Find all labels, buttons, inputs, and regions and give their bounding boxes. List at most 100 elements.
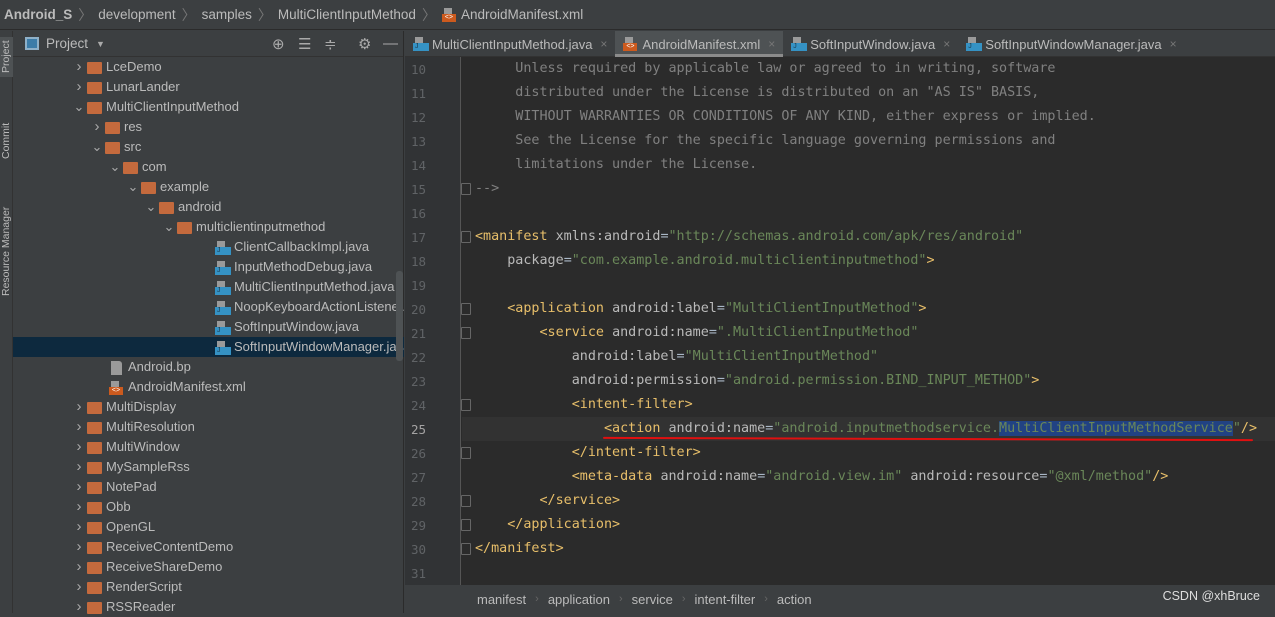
tree-item-label: SoftInputWindowManager.java xyxy=(234,339,404,354)
chevron-right-icon[interactable]: › xyxy=(71,457,87,477)
project-title[interactable]: Project xyxy=(46,36,88,51)
minimize-icon[interactable]: — xyxy=(383,35,398,52)
code-token: android:resource xyxy=(902,469,1040,484)
chevron-right-icon[interactable]: › xyxy=(71,597,87,617)
breadcrumb-item[interactable]: action xyxy=(777,592,812,607)
tab-label: MultiClientInputMethod.java xyxy=(432,36,593,52)
fold-marker-icon[interactable] xyxy=(461,543,471,555)
tree-item[interactable]: Android.bp xyxy=(13,357,404,377)
editor-tab[interactable]: SoftInputWindowManager.java × xyxy=(958,31,1184,57)
tree-item[interactable]: › ReceiveShareDemo xyxy=(13,557,404,577)
code-line: limitations under the License. xyxy=(475,153,757,177)
chevron-down-icon[interactable]: ▼ xyxy=(96,39,105,49)
chevron-right-icon[interactable]: › xyxy=(71,497,87,517)
chevron-right-icon[interactable]: › xyxy=(71,477,87,497)
tree-item[interactable]: ⌄ multiclientinputmethod xyxy=(13,217,404,237)
tree-item[interactable]: › NotePad xyxy=(13,477,404,497)
close-icon[interactable]: × xyxy=(768,37,775,51)
fold-marker-icon[interactable] xyxy=(461,183,471,195)
tree-item[interactable]: ⌄ android xyxy=(13,197,404,217)
collapse-all-icon[interactable]: ≑ xyxy=(324,35,337,53)
tree-item[interactable]: › MultiResolution xyxy=(13,417,404,437)
tree-item[interactable]: › MySampleRss xyxy=(13,457,404,477)
chevron-down-icon[interactable]: ⌄ xyxy=(71,97,87,117)
chevron-down-icon[interactable]: ⌄ xyxy=(161,217,177,237)
tree-item[interactable]: › MultiDisplay xyxy=(13,397,404,417)
chevron-down-icon[interactable]: ⌄ xyxy=(143,197,159,217)
chevron-right-icon[interactable]: › xyxy=(71,517,87,537)
tree-item[interactable]: InputMethodDebug.java xyxy=(13,257,404,277)
side-tab-resource-manager[interactable]: Resource Manager xyxy=(0,191,13,311)
code-token: = xyxy=(563,253,572,268)
nav-crumb[interactable]: samples xyxy=(202,7,252,22)
tree-item[interactable]: NoopKeyboardActionListener.java xyxy=(13,297,404,317)
breadcrumb-item[interactable]: manifest xyxy=(477,592,526,607)
chevron-right-icon[interactable]: › xyxy=(71,557,87,577)
breadcrumb-item[interactable]: intent-filter xyxy=(695,592,756,607)
tree-item[interactable]: ⌄ MultiClientInputMethod xyxy=(13,97,404,117)
code-editor[interactable]: 10 11 12 13 14 15 16 17 18 19 20 21 22 23 24 25 26 27 28 29… xyxy=(405,57,1275,585)
fold-marker-icon[interactable] xyxy=(461,399,471,411)
fold-marker-icon[interactable] xyxy=(461,447,471,459)
tree-item[interactable]: › Obb xyxy=(13,497,404,517)
tree-item[interactable]: ⌄ com xyxy=(13,157,404,177)
folder-icon xyxy=(141,181,156,194)
expand-all-icon[interactable]: ☰ xyxy=(298,35,311,53)
tree-item[interactable]: › LceDemo xyxy=(13,57,404,77)
tree-item[interactable]: › ReceiveContentDemo xyxy=(13,537,404,557)
gear-icon[interactable]: ⚙ xyxy=(358,35,371,53)
fold-marker-icon[interactable] xyxy=(461,231,471,243)
nav-crumb[interactable]: Android_S xyxy=(4,7,72,22)
chevron-down-icon[interactable]: ⌄ xyxy=(107,157,123,177)
side-tab-project[interactable]: Project xyxy=(0,37,13,77)
tree-item[interactable]: ⌄ src xyxy=(13,137,404,157)
close-icon[interactable]: × xyxy=(943,37,950,51)
tree-item[interactable]: SoftInputWindow.java xyxy=(13,317,404,337)
tree-item[interactable]: › RSSReader xyxy=(13,597,404,617)
editor-tab[interactable]: AndroidManifest.xml × xyxy=(615,31,784,57)
tree-item[interactable]: › LunarLander xyxy=(13,77,404,97)
breadcrumb-item[interactable]: service xyxy=(632,592,673,607)
editor-tab[interactable]: MultiClientInputMethod.java × xyxy=(405,31,615,57)
chevron-down-icon[interactable]: ⌄ xyxy=(89,137,105,157)
tree-item[interactable]: › MultiWindow xyxy=(13,437,404,457)
tree-item[interactable]: SoftInputWindowManager.java xyxy=(13,337,404,357)
tree-item[interactable]: AndroidManifest.xml xyxy=(13,377,404,397)
folder-icon xyxy=(87,521,102,534)
tree-item[interactable]: › RenderScript xyxy=(13,577,404,597)
chevron-right-icon[interactable]: › xyxy=(71,397,87,417)
chevron-right-icon[interactable]: › xyxy=(71,437,87,457)
line-number: 27 xyxy=(411,470,427,485)
tree-item[interactable]: ⌄ example xyxy=(13,177,404,197)
code-line: android:permission="android.permission.B… xyxy=(475,369,1040,393)
folder-icon xyxy=(87,481,102,494)
chevron-right-icon[interactable]: › xyxy=(71,77,87,97)
chevron-right-icon[interactable]: › xyxy=(89,117,105,137)
chevron-right-icon[interactable]: › xyxy=(71,537,87,557)
tree-item[interactable]: ClientCallbackImpl.java xyxy=(13,237,404,257)
chevron-right-icon[interactable]: › xyxy=(71,417,87,437)
fold-marker-icon[interactable] xyxy=(461,495,471,507)
tree-item[interactable]: › OpenGL xyxy=(13,517,404,537)
nav-crumb[interactable]: AndroidManifest.xml xyxy=(461,7,583,22)
breadcrumb-item[interactable]: application xyxy=(548,592,610,607)
locate-icon[interactable]: ⊕ xyxy=(272,35,285,53)
tree-item[interactable]: › res xyxy=(13,117,404,137)
chevron-right-icon[interactable]: › xyxy=(71,577,87,597)
line-number: 20 xyxy=(411,302,427,317)
side-tab-commit[interactable]: Commit xyxy=(0,111,13,171)
tree-item[interactable]: MultiClientInputMethod.java xyxy=(13,277,404,297)
fold-marker-icon[interactable] xyxy=(461,303,471,315)
project-scrollbar[interactable] xyxy=(396,271,403,361)
close-icon[interactable]: × xyxy=(1170,37,1177,51)
chevron-down-icon[interactable]: ⌄ xyxy=(125,177,141,197)
nav-crumb[interactable]: development xyxy=(98,7,175,22)
fold-marker-icon[interactable] xyxy=(461,519,471,531)
close-icon[interactable]: × xyxy=(600,37,607,51)
code-line: <intent-filter> xyxy=(475,393,693,417)
fold-marker-icon[interactable] xyxy=(461,327,471,339)
nav-crumb[interactable]: MultiClientInputMethod xyxy=(278,7,416,22)
editor-tab[interactable]: SoftInputWindow.java × xyxy=(783,31,958,57)
chevron-right-icon[interactable]: › xyxy=(71,57,87,77)
folder-icon xyxy=(87,401,102,414)
